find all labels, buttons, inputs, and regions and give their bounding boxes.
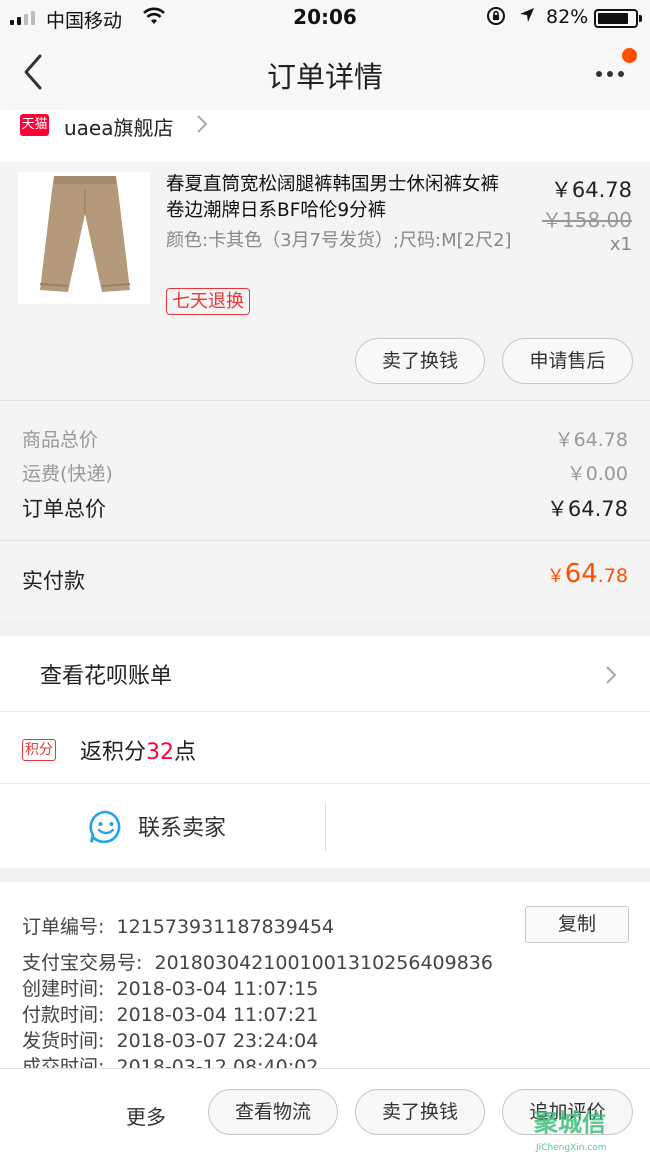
amount-decimal: .78 xyxy=(597,565,628,587)
huabei-bill-label[interactable]: 查看花呗账单 xyxy=(40,658,172,690)
product-title[interactable]: 春夏直筒宽松阔腿裤韩国男士休闲裤女裤卷边潮牌日系BF哈伦9分裤 xyxy=(166,172,516,224)
product-price: ￥64.78 xyxy=(550,178,632,202)
location-arrow-icon xyxy=(518,6,536,29)
order-content[interactable]: 天猫 uaea旗舰店 春夏直筒宽松阔腿裤韩国男士休闲裤女裤卷边潮牌日系BF哈伦9… xyxy=(0,110,650,1068)
shipped-time-row: 发货时间: 2018-03-07 23:24:04 xyxy=(22,1026,318,1053)
completed-time-label: 成交时间: xyxy=(22,1056,105,1068)
resell-button[interactable]: 卖了换钱 xyxy=(355,338,485,384)
watermark-url: JiChengXin.com xyxy=(536,1143,607,1153)
summary-value: ￥0.00 xyxy=(566,463,628,485)
summary-value: ￥64.78 xyxy=(554,429,628,451)
paid-time-row: 付款时间: 2018-03-04 11:07:21 xyxy=(22,1000,318,1027)
order-number-row: 订单编号: 121573931187839454 xyxy=(22,912,334,939)
summary-value: ￥64.78 xyxy=(546,497,628,521)
points-row: 积分 返积分32点 xyxy=(0,712,650,784)
watermark-logo: 聚城信 xyxy=(534,1109,606,1137)
shop-header[interactable]: 天猫 uaea旗舰店 xyxy=(0,110,650,162)
points-number: 32 xyxy=(146,740,175,765)
points-text: 返积分32点 xyxy=(80,734,196,766)
contact-row: 联系卖家 xyxy=(0,784,650,868)
page-title: 订单详情 xyxy=(266,60,383,94)
points-tag: 积分 xyxy=(22,739,56,761)
product-quantity: x1 xyxy=(609,234,632,255)
summary-row-total: 订单总价 ￥64.78 xyxy=(22,493,628,523)
notification-dot xyxy=(622,48,637,63)
currency-symbol: ￥ xyxy=(546,566,565,587)
completed-time: 2018-03-12 08:40:02 xyxy=(116,1056,319,1068)
summary-label: 商品总价 xyxy=(22,429,99,451)
created-time-label: 创建时间: xyxy=(22,978,105,1000)
original-price: ￥158.00 xyxy=(542,208,632,232)
tmall-badge: 天猫 xyxy=(20,114,49,136)
points-suffix: 点 xyxy=(174,740,197,765)
order-info: 订单编号: 121573931187839454 复制 支付宝交易号: 2018… xyxy=(0,882,650,1068)
shipped-time: 2018-03-07 23:24:04 xyxy=(116,1030,319,1052)
rotation-lock-icon xyxy=(486,6,506,31)
alipay-number: 2018030421001001310256409836 xyxy=(154,952,493,974)
price-summary: 商品总价 ￥64.78 运费(快递) ￥0.00 订单总价 ￥64.78 xyxy=(0,400,650,538)
huabei-bill-row[interactable]: 查看花呗账单 xyxy=(0,636,650,712)
nav-bar: 订单详情 xyxy=(0,36,650,110)
chevron-right-icon xyxy=(196,114,208,138)
amount-paid-label: 实付款 xyxy=(22,569,85,593)
more-dots-icon[interactable] xyxy=(592,62,632,86)
amount-paid-value: ￥64.78 xyxy=(547,559,628,589)
summary-row-shipping: 运费(快递) ￥0.00 xyxy=(22,459,628,486)
after-sales-button[interactable]: 申请售后 xyxy=(502,338,633,384)
resell-button[interactable]: 卖了换钱 xyxy=(355,1089,485,1135)
paid-time: 2018-03-04 11:07:21 xyxy=(116,1004,319,1026)
summary-label: 运费(快递) xyxy=(22,463,113,485)
product-item[interactable]: 春夏直筒宽松阔腿裤韩国男士休闲裤女裤卷边潮牌日系BF哈伦9分裤 颜色:卡其色（3… xyxy=(0,162,650,400)
product-image[interactable] xyxy=(18,172,150,304)
battery-percent: 82% xyxy=(546,6,589,28)
alipay-number-row: 支付宝交易号: 2018030421001001310256409836 xyxy=(22,948,493,975)
battery-icon xyxy=(594,9,642,28)
divider xyxy=(325,802,326,852)
points-prefix: 返积分 xyxy=(80,740,147,765)
return-policy-badge: 七天退换 xyxy=(166,288,250,315)
chevron-right-icon xyxy=(604,664,618,690)
smile-chat-icon[interactable] xyxy=(88,809,124,849)
amount-integer: 64 xyxy=(564,559,598,589)
shop-name[interactable]: uaea旗舰店 xyxy=(64,112,174,141)
alipay-number-label: 支付宝交易号: xyxy=(22,952,143,974)
shipped-time-label: 发货时间: xyxy=(22,1030,105,1052)
paid-time-label: 付款时间: xyxy=(22,1004,105,1026)
created-time: 2018-03-04 11:07:15 xyxy=(116,978,319,1000)
status-bar: 中国移动 20:06 82% xyxy=(0,0,650,36)
summary-row-goods: 商品总价 ￥64.78 xyxy=(22,425,628,452)
product-sku: 颜色:卡其色（3月7号发货）;尺码:M[2尺2] xyxy=(166,230,512,251)
view-logistics-button[interactable]: 查看物流 xyxy=(208,1089,338,1135)
contact-seller-button[interactable]: 联系卖家 xyxy=(138,810,226,842)
summary-label: 订单总价 xyxy=(22,497,106,521)
more-button[interactable]: 更多 xyxy=(126,1101,166,1130)
order-number: 121573931187839454 xyxy=(116,916,335,938)
order-number-label: 订单编号: xyxy=(22,916,105,938)
amount-paid-row: 实付款 ￥64.78 xyxy=(0,540,650,620)
created-time-row: 创建时间: 2018-03-04 11:07:15 xyxy=(22,974,318,1001)
completed-time-row: 成交时间: 2018-03-12 08:40:02 xyxy=(22,1052,318,1068)
copy-button[interactable]: 复制 xyxy=(525,906,629,943)
